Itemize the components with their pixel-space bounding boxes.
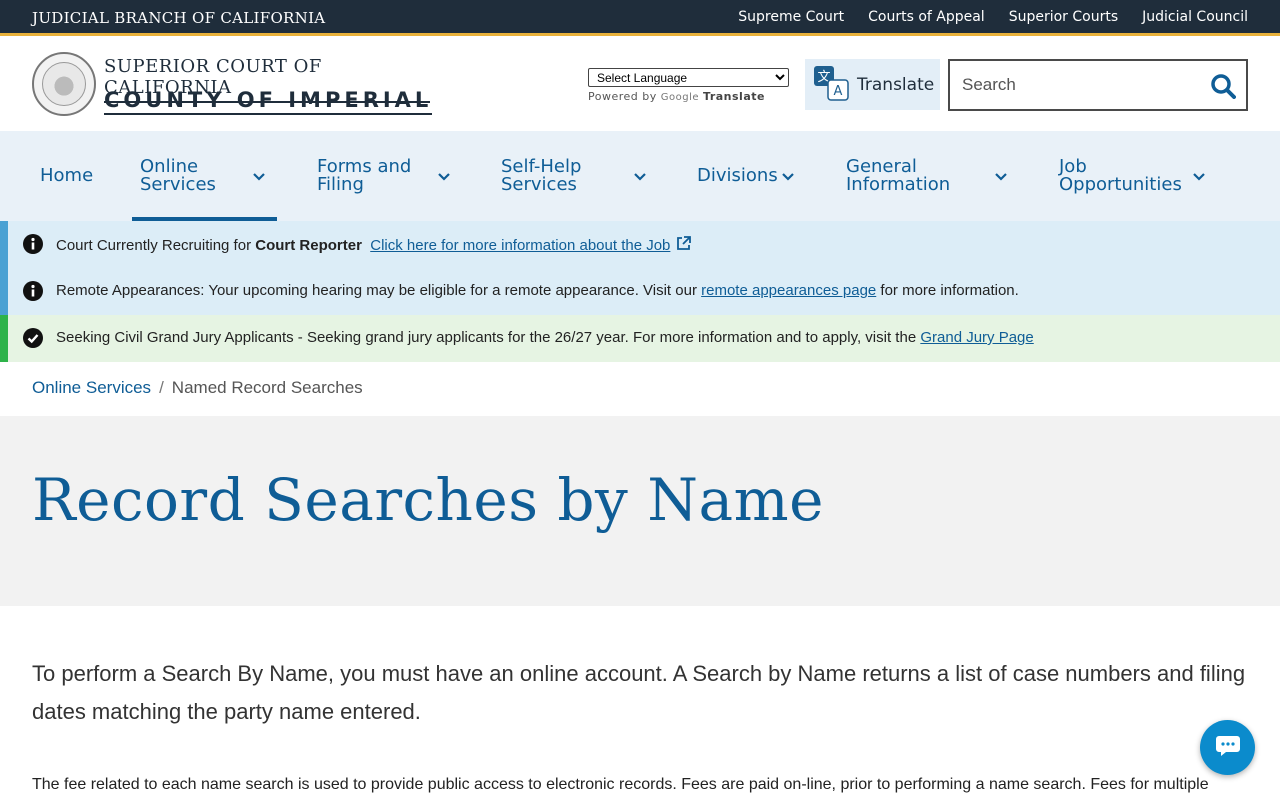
chevron-down-icon — [633, 169, 647, 188]
breadcrumb: Online Services / Named Record Searches — [32, 378, 363, 397]
court-seal-logo[interactable] — [32, 52, 96, 116]
chevron-down-icon — [437, 169, 451, 188]
judicial-links: Supreme Court Courts of Appeal Superior … — [738, 9, 1248, 25]
link-judicial-council[interactable]: Judicial Council — [1142, 9, 1248, 25]
judicial-topbar: JUDICIAL BRANCH OF CALIFORNIA Supreme Co… — [0, 0, 1280, 36]
court-name-line2[interactable]: COUNTY OF IMPERIAL — [104, 88, 433, 115]
judicial-branch-title: JUDICIAL BRANCH OF CALIFORNIA — [32, 9, 326, 27]
nav-item-general-information[interactable]: General Information — [846, 131, 1016, 221]
svg-text:A: A — [834, 84, 843, 99]
link-superior-courts[interactable]: Superior Courts — [1009, 9, 1118, 25]
main-navigation: Home Online Services Forms and Filing Se… — [0, 131, 1280, 221]
alert-grand-jury: Seeking Civil Grand Jury Applicants - Se… — [0, 315, 1280, 362]
nav-item-divisions[interactable]: Divisions — [697, 131, 802, 221]
site-header: SUPERIOR COURT OF CALIFORNIA COUNTY OF I… — [0, 39, 1280, 131]
nav-item-job-opportunities[interactable]: Job Opportunities — [1059, 131, 1214, 221]
alert-court-reporter: Court Currently Recruiting for Court Rep… — [0, 221, 1280, 268]
breadcrumb-online-services[interactable]: Online Services — [32, 378, 151, 397]
language-select[interactable]: Select Language — [588, 68, 789, 87]
powered-by-google[interactable]: Powered by Google Translate — [588, 90, 765, 103]
check-circle-icon — [23, 328, 43, 352]
translate-label: Translate — [857, 74, 935, 95]
nav-item-self-help-services[interactable]: Self-Help Services — [501, 131, 651, 221]
fee-paragraph: The fee related to each name search is u… — [32, 776, 1209, 793]
nav-item-online-services[interactable]: Online Services — [132, 131, 277, 221]
chevron-down-icon — [1192, 169, 1206, 188]
search-input[interactable] — [962, 73, 1202, 97]
chat-bubble-icon — [1215, 734, 1241, 762]
lead-paragraph: To perform a Search By Name, you must ha… — [32, 661, 1246, 724]
nav-item-forms-and-filing[interactable]: Forms and Filing — [317, 131, 457, 221]
search-icon[interactable] — [1210, 73, 1236, 103]
alert-bold-text: Court Reporter — [255, 237, 362, 254]
nav-item-home[interactable]: Home — [40, 131, 93, 221]
link-courts-of-appeal[interactable]: Courts of Appeal — [868, 9, 985, 25]
grand-jury-link[interactable]: Grand Jury Page — [920, 329, 1033, 346]
info-circle-icon — [23, 234, 43, 258]
alert-remote-appearances: Remote Appearances: Your upcoming hearin… — [0, 268, 1280, 315]
info-circle-icon — [23, 281, 43, 305]
chevron-down-icon — [252, 169, 266, 188]
chat-button[interactable] — [1200, 720, 1255, 775]
translate-button[interactable]: 文 A Translate — [805, 59, 940, 110]
chevron-down-icon — [994, 169, 1008, 188]
chevron-down-icon — [781, 169, 795, 188]
link-supreme-court[interactable]: Supreme Court — [738, 9, 844, 25]
remote-appearances-link[interactable]: remote appearances page — [701, 282, 876, 299]
external-link-icon[interactable] — [675, 236, 692, 254]
site-search — [948, 59, 1248, 111]
breadcrumb-current: Named Record Searches — [171, 378, 363, 397]
page-title-band: Record Searches by Name — [0, 416, 1280, 606]
page-title: Record Searches by Name — [32, 466, 824, 534]
job-info-link[interactable]: Click here for more information about th… — [370, 237, 670, 254]
translate-icon: 文 A — [813, 65, 849, 105]
